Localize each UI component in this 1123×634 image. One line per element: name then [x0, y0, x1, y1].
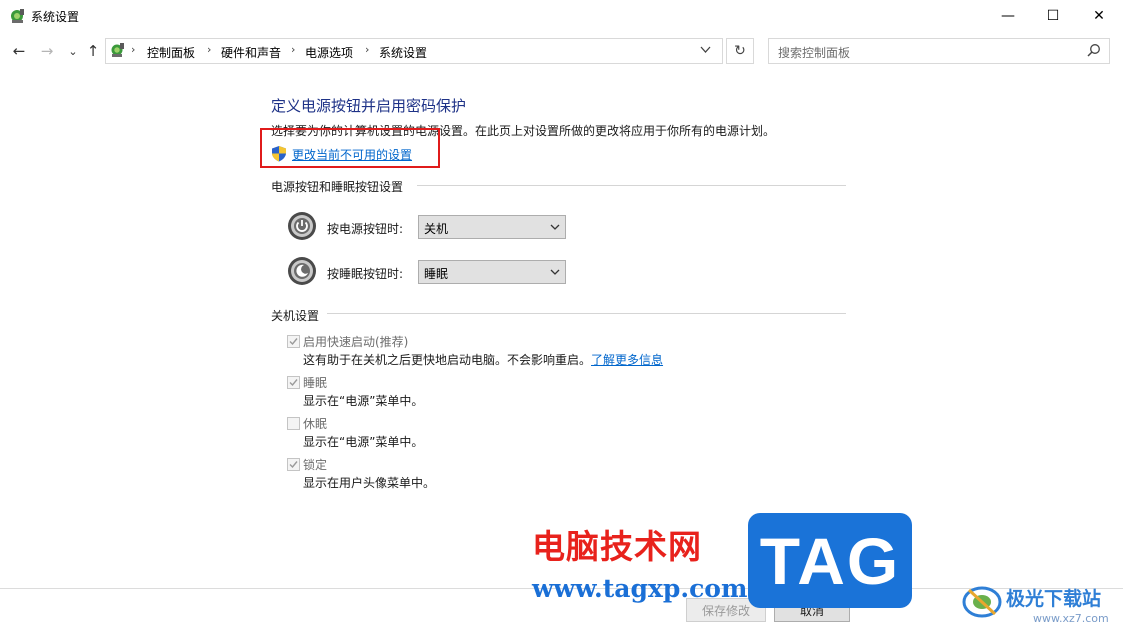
recent-locations-button[interactable]: ⌄	[62, 40, 84, 62]
page-title: 定义电源按钮并启用密码保护	[271, 97, 467, 115]
lock-option-label: 锁定	[303, 458, 328, 472]
breadcrumb-power-options[interactable]: 电源选项	[305, 44, 353, 61]
search-icon[interactable]	[1087, 43, 1101, 57]
fast-startup-label: 启用快速启动(推荐)	[303, 335, 409, 349]
fast-startup-checkbox[interactable]	[287, 335, 300, 348]
breadcrumb-separator: ›	[207, 43, 212, 56]
search-input[interactable]: 搜索控制面板	[768, 38, 1110, 64]
fast-startup-desc-text: 这有助于在关机之后更快地启动电脑。不会影响重启。	[303, 353, 592, 367]
learn-more-link[interactable]: 了解更多信息	[591, 353, 663, 367]
power-button-action-select[interactable]: 关机	[418, 215, 566, 239]
breadcrumb-control-panel[interactable]: 控制面板	[147, 44, 195, 61]
watermark-site-name: 电脑技术网	[532, 527, 702, 566]
breadcrumb-hardware-sound[interactable]: 硬件和声音	[221, 44, 281, 61]
select-value: 睡眠	[424, 267, 449, 281]
lock-checkbox[interactable]	[287, 458, 300, 471]
address-bar[interactable]: › 控制面板 › 硬件和声音 › 电源选项 › 系统设置	[105, 38, 723, 64]
back-button[interactable]: ←	[8, 40, 30, 62]
section-divider	[417, 185, 846, 186]
chevron-down-icon[interactable]	[700, 46, 711, 54]
hibernate-option-label: 休眠	[303, 417, 328, 431]
window-title: 系统设置	[31, 10, 80, 24]
close-button[interactable]: ✕	[1076, 0, 1122, 31]
breadcrumb-separator: ›	[291, 43, 296, 56]
checkmark-icon	[289, 379, 298, 387]
lock-option-description: 显示在用户头像菜单中。	[303, 476, 436, 490]
section-title-shutdown: 关机设置	[271, 309, 320, 323]
control-panel-icon	[11, 9, 24, 23]
power-button-icon	[288, 212, 316, 240]
up-button[interactable]: ↑	[82, 40, 104, 62]
checkmark-icon	[289, 338, 298, 346]
search-placeholder: 搜索控制面板	[778, 46, 851, 60]
sleep-button-icon	[288, 257, 316, 285]
aurora-logo-icon	[962, 586, 1002, 618]
control-panel-icon	[111, 43, 124, 57]
checkmark-icon	[289, 461, 298, 469]
section-title-power-buttons: 电源按钮和睡眠按钮设置	[271, 180, 404, 194]
sleep-option-label: 睡眠	[303, 376, 328, 390]
watermark-tag-logo: TAG	[748, 513, 912, 608]
maximize-button[interactable]: ☐	[1030, 0, 1076, 31]
power-button-label: 按电源按钮时:	[327, 222, 404, 236]
sleep-button-action-select[interactable]: 睡眠	[418, 260, 566, 284]
section-divider	[327, 313, 846, 314]
breadcrumb-system-settings[interactable]: 系统设置	[379, 44, 427, 61]
breadcrumb-separator: ›	[365, 43, 370, 56]
breadcrumb-separator: ›	[131, 43, 136, 56]
refresh-button[interactable]: ↻	[726, 38, 754, 64]
select-value: 关机	[424, 222, 449, 236]
chevron-down-icon	[550, 269, 560, 275]
sleep-option-description: 显示在“电源”菜单中。	[303, 394, 424, 408]
highlight-box	[260, 128, 440, 168]
hibernate-checkbox[interactable]	[287, 417, 300, 430]
watermark-logo-url: www.xz7.com	[1033, 612, 1109, 625]
watermark-url: www.tagxp.com	[532, 574, 748, 603]
chevron-down-icon	[550, 224, 560, 230]
sleep-button-label: 按睡眠按钮时:	[327, 267, 404, 281]
watermark-logo-text: 极光下载站	[1006, 588, 1102, 610]
fast-startup-description: 这有助于在关机之后更快地启动电脑。不会影响重启。了解更多信息	[303, 351, 663, 368]
sleep-checkbox[interactable]	[287, 376, 300, 389]
title-bar: 系统设置 — ☐ ✕	[0, 0, 1123, 32]
forward-button[interactable]: →	[36, 40, 58, 62]
minimize-button[interactable]: —	[985, 0, 1031, 31]
hibernate-option-description: 显示在“电源”菜单中。	[303, 435, 424, 449]
